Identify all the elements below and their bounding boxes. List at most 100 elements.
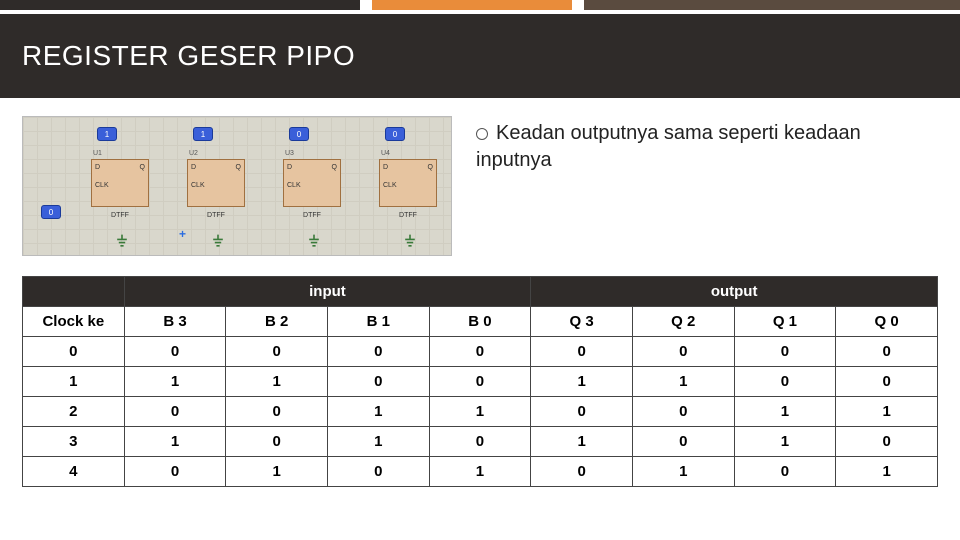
table-cell: 0 <box>632 427 734 457</box>
table-cell: 0 <box>531 337 633 367</box>
logic-state-tag: 1 <box>193 127 213 141</box>
table-cell: 0 <box>226 397 328 427</box>
table-row: 200110011 <box>23 397 938 427</box>
unit-label: U3 <box>285 150 294 157</box>
table-header: Q 1 <box>734 307 836 337</box>
unit-label: U1 <box>93 150 102 157</box>
table-cell: 1 <box>632 367 734 397</box>
chip-label: DTFF <box>399 212 417 219</box>
unit-label: U2 <box>189 150 198 157</box>
table-cell: 1 <box>429 397 531 427</box>
bullet-point: Keadan outputnya sama seperti keadaan in… <box>476 116 938 174</box>
table-cell: 0 <box>531 397 633 427</box>
logic-state-tag: 1 <box>97 127 117 141</box>
table-cell: 1 <box>531 367 633 397</box>
d-flipflop: D Q CLK DTFF <box>283 159 341 207</box>
pin-d: D <box>383 164 388 171</box>
pin-d: D <box>95 164 100 171</box>
table-group-output: output <box>531 277 938 307</box>
table-row: 111001100 <box>23 367 938 397</box>
table-header-row: Clock ke B 3 B 2 B 1 B 0 Q 3 Q 2 Q 1 Q 0 <box>23 307 938 337</box>
pin-d: D <box>191 164 196 171</box>
table-cell: 0 <box>836 427 938 457</box>
truth-table: input output Clock ke B 3 B 2 B 1 B 0 Q … <box>22 276 938 487</box>
table-cell: 1 <box>226 457 328 487</box>
chip-label: DTFF <box>303 212 321 219</box>
ground-icon <box>113 233 131 249</box>
table-cell: 4 <box>23 457 125 487</box>
table-cell: 1 <box>429 457 531 487</box>
table-header: Clock ke <box>23 307 125 337</box>
table-cell: 2 <box>23 397 125 427</box>
accent-strip <box>0 0 960 10</box>
table-header: B 1 <box>327 307 429 337</box>
table-cell: 1 <box>327 397 429 427</box>
table-cell: 0 <box>531 457 633 487</box>
table-cell: 1 <box>531 427 633 457</box>
pin-q: Q <box>332 164 337 171</box>
d-flipflop: D Q CLK DTFF <box>91 159 149 207</box>
table-row: 310101010 <box>23 427 938 457</box>
pin-clk: CLK <box>191 182 205 189</box>
table-cell: 1 <box>632 457 734 487</box>
table-cell: 0 <box>836 337 938 367</box>
table-cell: 1 <box>734 397 836 427</box>
pin-d: D <box>287 164 292 171</box>
crosshair-icon: + <box>179 227 186 241</box>
table-header: Q 0 <box>836 307 938 337</box>
table-cell: 0 <box>734 337 836 367</box>
table-cell: 0 <box>734 457 836 487</box>
bullet-icon <box>476 128 488 140</box>
bullet-text: Keadan outputnya sama seperti keadaan in… <box>476 122 861 171</box>
pin-q: Q <box>236 164 241 171</box>
title-bar: REGISTER GESER PIPO <box>0 14 960 98</box>
table-cell: 1 <box>327 427 429 457</box>
table-header: B 2 <box>226 307 328 337</box>
pin-clk: CLK <box>383 182 397 189</box>
slide-title: REGISTER GESER PIPO <box>22 40 355 72</box>
d-flipflop: D Q CLK DTFF <box>379 159 437 207</box>
table-cell: 0 <box>226 337 328 367</box>
table-cell: 3 <box>23 427 125 457</box>
pin-q: Q <box>428 164 433 171</box>
chip-label: DTFF <box>111 212 129 219</box>
table-cell: 0 <box>327 367 429 397</box>
table-cell: 0 <box>632 337 734 367</box>
table-cell: 0 <box>124 397 226 427</box>
d-flipflop: D Q CLK DTFF <box>187 159 245 207</box>
table-cell: 0 <box>327 337 429 367</box>
clock-source-tag: 0 <box>41 205 61 219</box>
table-cell: 0 <box>429 427 531 457</box>
table-group-input: input <box>124 277 531 307</box>
table-cell: 0 <box>124 457 226 487</box>
ground-icon <box>305 233 323 249</box>
table-cell: 1 <box>836 397 938 427</box>
table-row: 401010101 <box>23 457 938 487</box>
logic-state-tag: 0 <box>289 127 309 141</box>
table-header: B 3 <box>124 307 226 337</box>
circuit-diagram: U1 U2 U3 U4 1 1 0 0 0 D Q CLK DTFF D Q C… <box>22 116 452 256</box>
table-header: Q 3 <box>531 307 633 337</box>
pin-clk: CLK <box>287 182 301 189</box>
table-header: Q 2 <box>632 307 734 337</box>
table-cell: 0 <box>836 367 938 397</box>
table-cell: 1 <box>836 457 938 487</box>
pin-clk: CLK <box>95 182 109 189</box>
table-cell: 0 <box>429 337 531 367</box>
table-cell: 1 <box>124 367 226 397</box>
table-cell: 1 <box>734 427 836 457</box>
table-group-blank <box>23 277 125 307</box>
table-cell: 0 <box>327 457 429 487</box>
table-cell: 0 <box>734 367 836 397</box>
table-cell: 1 <box>226 367 328 397</box>
table-cell: 0 <box>23 337 125 367</box>
chip-label: DTFF <box>207 212 225 219</box>
table-cell: 0 <box>226 427 328 457</box>
ground-icon <box>209 233 227 249</box>
ground-icon <box>401 233 419 249</box>
logic-state-tag: 0 <box>385 127 405 141</box>
table-cell: 0 <box>632 397 734 427</box>
table-cell: 0 <box>124 337 226 367</box>
table-cell: 1 <box>23 367 125 397</box>
table-cell: 1 <box>124 427 226 457</box>
